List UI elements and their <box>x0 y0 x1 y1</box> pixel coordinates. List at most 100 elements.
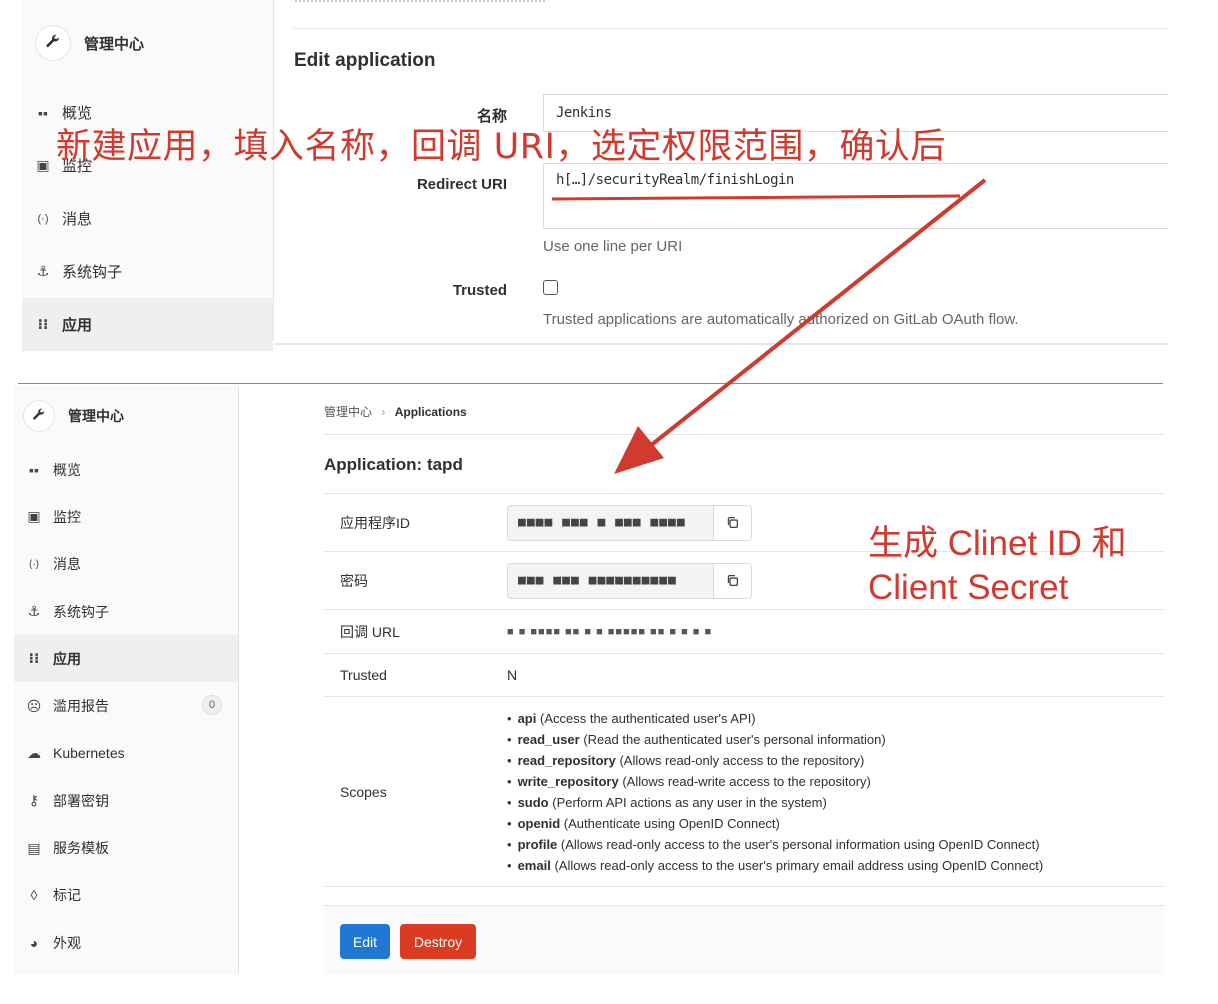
sidebar-item-label: 系统钩子 <box>62 264 123 281</box>
trusted-checkbox[interactable] <box>543 280 558 295</box>
callback-url-value: ■ ■ ■■■■ ■■ ■ ■ ■■■■■ ■■ ■ ■ ■ ■ <box>507 625 713 638</box>
trusted-label: Trusted <box>452 282 507 299</box>
scopes-value: api (Access the authenticated user's API… <box>507 708 1164 876</box>
sidebar-item-overview[interactable]: ▪▪ 概览 <box>14 446 238 493</box>
sidebar-item-appearance[interactable]: ◕ 外观 <box>14 919 238 966</box>
redirect-uri-field[interactable]: h[…]/securityRealm/finishLogin <box>543 163 1168 229</box>
copy-app-id-button[interactable] <box>713 505 751 540</box>
bottom-sidebar: 管理中心 ▪▪ 概览 ▣ 监控 (·) 消息 ⚓ 系统钩子 ⁝⁝ 应用 ☹ 滥用… <box>14 386 239 974</box>
sidebar-item-label: 外观 <box>53 934 81 951</box>
hook-icon: ⚓ <box>27 603 41 620</box>
page-title: Application: tapd <box>324 455 463 474</box>
edit-application-panel: Edit application 名称 Redirect URI h[…]/se… <box>275 0 1168 345</box>
grid-icon: ▪▪ <box>38 104 48 121</box>
annotation-result-line: 生成 Clinet ID 和 <box>868 524 1127 563</box>
annotation-result-text: 生成 Clinet ID 和 Client Secret <box>868 522 1127 610</box>
smiley-icon: ☹ <box>26 697 42 714</box>
sidebar-item-label: 滥用报告 <box>53 698 109 715</box>
redirect-uri-label: Redirect URI <box>416 176 507 193</box>
monitor-icon: ▣ <box>27 508 41 525</box>
copy-secret-button[interactable] <box>713 563 751 598</box>
scopes-label: Scopes <box>340 783 387 800</box>
trusted-label: Trusted <box>340 667 387 683</box>
sidebar-item-labels[interactable]: ◊ 标记 <box>14 872 238 919</box>
sidebar-item-label: 应用 <box>62 317 93 334</box>
sidebar-header-label: 管理中心 <box>68 408 124 424</box>
app-id-label: 应用程序ID <box>340 514 410 531</box>
wrench-icon <box>24 401 54 431</box>
sidebar-header-label: 管理中心 <box>84 35 145 53</box>
annotation-result-line: Client Secret <box>868 568 1069 607</box>
secret-field[interactable]: ■■■ ■■■ ■■■■■■■■■■ <box>507 562 752 599</box>
sidebar-item-applications[interactable]: ⁝⁝ 应用 <box>14 635 238 683</box>
edit-button[interactable]: Edit <box>340 924 390 959</box>
sidebar-item-abuse-reports[interactable]: ☹ 滥用报告 0 <box>14 682 238 729</box>
breadcrumb-separator: › <box>381 405 386 419</box>
sidebar-item-label: 监控 <box>53 508 81 525</box>
sidebar-item-label: 消息 <box>62 211 93 228</box>
secret-text: ■■■ ■■■ ■■■■■■■■■■ <box>508 563 713 598</box>
grid-icon: ▪▪ <box>29 461 39 478</box>
apps-icon: ⁝⁝ <box>37 316 49 332</box>
sidebar-item-deploy-keys[interactable]: ⚷ 部署密钥 <box>14 777 238 824</box>
sidebar-item-service-templates[interactable]: ▤ 服务模板 <box>14 824 238 871</box>
application-detail-panel: 管理中心 › Applications Application: tapd 应用… <box>240 386 1164 974</box>
wrench-icon <box>36 26 70 60</box>
copy-icon <box>727 574 739 587</box>
sidebar-item-label: 服务模板 <box>53 840 109 857</box>
key-icon: ⚷ <box>28 792 40 809</box>
app-id-text: ■■■■ ■■■ ■ ■■■ ■■■■ <box>508 505 713 540</box>
sidebar-item-label: 系统钩子 <box>53 603 109 620</box>
annotation-instruction-text: 新建应用，填入名称，回调 URI，选定权限范围，确认后 <box>56 127 946 167</box>
cloud-gear-icon: ☁ <box>27 744 41 761</box>
sidebar-header[interactable]: 管理中心 <box>14 386 238 446</box>
sidebar-item-monitoring[interactable]: ▣ 监控 <box>14 493 238 540</box>
trusted-value: N <box>507 667 518 683</box>
sidebar-item-label: 标记 <box>53 887 81 904</box>
app-id-field[interactable]: ■■■■ ■■■ ■ ■■■ ■■■■ <box>507 504 752 541</box>
labels-icon: ◊ <box>30 887 38 904</box>
list-item: openid (Authenticate using OpenID Connec… <box>507 813 1164 834</box>
table-row: 回调 URL ■ ■ ■■■■ ■■ ■ ■ ■■■■■ ■■ ■ ■ ■ ■ <box>324 610 1164 654</box>
breadcrumb-current: Applications <box>394 405 467 419</box>
trusted-help: Trusted applications are automatically a… <box>543 311 1019 328</box>
list-item: sudo (Perform API actions as any user in… <box>507 792 1164 813</box>
broadcast-icon: (·) <box>37 212 49 225</box>
table-row: Scopes api (Access the authenticated use… <box>324 697 1164 887</box>
sidebar-item-label: 部署密钥 <box>53 792 109 809</box>
sidebar-header[interactable]: 管理中心 <box>22 0 273 86</box>
list-item: read_user (Read the authenticated user's… <box>507 729 1164 750</box>
breadcrumb <box>295 0 545 6</box>
secret-label: 密码 <box>340 572 368 589</box>
broadcast-icon: (·) <box>29 558 39 570</box>
sidebar-item-system-hooks[interactable]: ⚓ 系统钩子 <box>14 588 238 635</box>
sidebar-item-applications[interactable]: ⁝⁝ 应用 <box>22 298 273 351</box>
sidebar-item-kubernetes[interactable]: ☁ Kubernetes <box>14 730 238 777</box>
copy-icon <box>727 516 739 529</box>
divider <box>324 434 1164 435</box>
divider <box>293 28 1168 29</box>
apps-icon: ⁝⁝ <box>28 650 40 667</box>
breadcrumb-parent-link[interactable]: 管理中心 <box>324 405 372 419</box>
list-item: api (Access the authenticated user's API… <box>507 708 1164 729</box>
list-item: email (Allows read-only access to the us… <box>507 855 1164 876</box>
list-item: read_repository (Allows read-only access… <box>507 750 1164 771</box>
page-title: Edit application <box>294 50 436 71</box>
sidebar-item-messages[interactable]: (·) 消息 <box>22 192 273 245</box>
sidebar-item-label: Kubernetes <box>53 745 125 762</box>
sidebar-item-label: 概览 <box>53 461 81 478</box>
palette-icon: ◕ <box>29 934 39 951</box>
destroy-button[interactable]: Destroy <box>400 924 476 959</box>
list-item: profile (Allows read-only access to the … <box>507 834 1164 855</box>
sidebar-item-system-hooks[interactable]: ⚓ 系统钩子 <box>22 245 273 298</box>
sidebar-item-messages[interactable]: (·) 消息 <box>14 541 238 588</box>
table-row: Trusted N <box>324 654 1164 697</box>
scope-list: api (Access the authenticated user's API… <box>507 708 1164 876</box>
hook-icon: ⚓ <box>36 263 50 279</box>
count-badge: 0 <box>201 695 222 716</box>
sidebar-item-label: 应用 <box>53 650 81 667</box>
top-sidebar: 管理中心 ▪▪ 概览 ▣ 监控 (·) 消息 ⚓ 系统钩子 ⁝⁝ 应用 <box>22 0 274 351</box>
redirect-uri-help: Use one line per URI <box>543 238 683 255</box>
form-actions: Edit Destroy <box>324 905 1164 974</box>
callback-url-label: 回调 URL <box>340 623 400 640</box>
